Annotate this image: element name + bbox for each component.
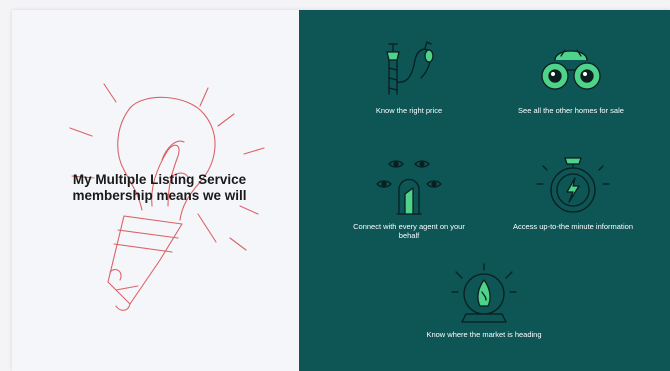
benefit-label: Access up-to-the minute information xyxy=(512,222,634,231)
benefit-market-trend: Know where the market is heading xyxy=(404,262,564,339)
benefit-know-price: Know the right price xyxy=(339,38,479,115)
infographic-card: My Multiple Listing Service membership m… xyxy=(12,10,670,371)
headline-line-2: membership means we will xyxy=(72,188,247,203)
headline: My Multiple Listing Service membership m… xyxy=(32,172,287,204)
benefit-access-info: Access up-to-the minute information xyxy=(503,154,643,231)
benefit-label: Connect with every agent on your behalf xyxy=(353,222,465,240)
page-frame: My Multiple Listing Service membership m… xyxy=(0,0,670,371)
crystal-ball-icon xyxy=(451,263,517,323)
benefit-label: Know where the market is heading xyxy=(426,330,542,339)
benefit-connect-agents: Connect with every agent on your behalf xyxy=(329,154,489,240)
stopwatch-icon xyxy=(536,157,610,213)
headline-line-1: My Multiple Listing Service xyxy=(72,172,247,187)
benefit-label: Know the right price xyxy=(375,106,443,115)
benefit-label: See all the other homes for sale xyxy=(518,106,624,115)
benefit-see-homes: See all the other homes for sale xyxy=(511,38,631,115)
benefits-panel: Know the right price See all the other h… xyxy=(299,10,670,371)
left-panel: My Multiple Listing Service membership m… xyxy=(12,10,299,371)
binoculars-icon xyxy=(541,49,601,90)
agent-with-eyes-icon xyxy=(376,160,442,215)
hand-with-weights-icon xyxy=(386,41,434,95)
